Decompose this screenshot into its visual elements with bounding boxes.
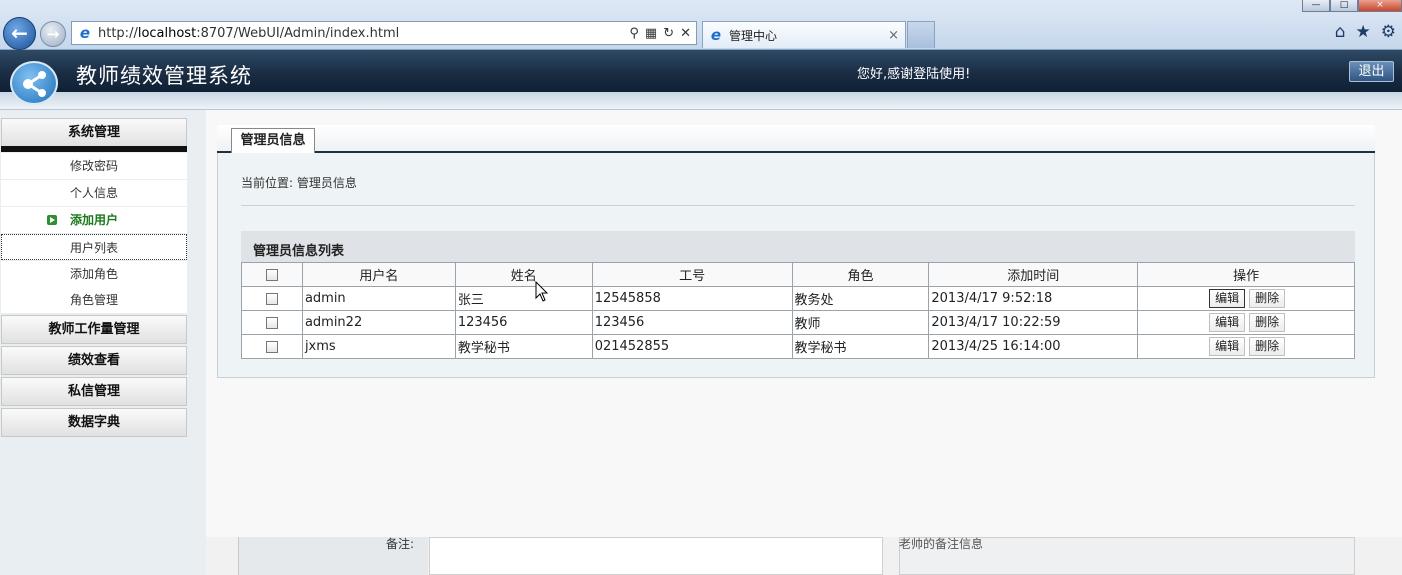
row-select-cell xyxy=(241,286,303,311)
cell-id: 123456 xyxy=(591,310,793,335)
col-actions: 操作 xyxy=(1137,262,1355,287)
url-path: :8707/WebUI/Admin/index.html xyxy=(196,25,400,41)
sidebar-item-user-list[interactable]: 用户列表 xyxy=(1,234,187,260)
browser-chrome: — □ × ← → e http://localhost:8707/WebUI/… xyxy=(0,0,1402,50)
sidebar-item-change-password[interactable]: 修改密码 xyxy=(1,153,187,179)
col-id: 工号 xyxy=(591,262,793,287)
sidebar-item-add-user-label: 添加用户 xyxy=(69,213,118,227)
cell-username: admin xyxy=(301,286,456,311)
list-title-bar xyxy=(241,231,1355,262)
delete-button[interactable]: 删除 xyxy=(1249,289,1286,308)
edit-button[interactable]: 编辑 xyxy=(1209,313,1246,332)
ie-tab-icon: e xyxy=(710,26,722,44)
sidebar-group-divider xyxy=(1,146,187,152)
header-strip xyxy=(0,92,1402,110)
system-title: 教师绩效管理系统 xyxy=(76,64,252,88)
row-checkbox[interactable] xyxy=(265,292,278,305)
table-row: jxms 教学秘书 021452855 教学秘书 2013/4/25 16:14… xyxy=(241,334,1355,359)
back-button[interactable]: ← xyxy=(3,17,36,50)
edit-button[interactable]: 编辑 xyxy=(1209,289,1246,308)
welcome-text: 您好,感谢登陆使用! xyxy=(857,67,971,82)
remark-hint: 老帅的备注信息 xyxy=(899,537,984,551)
favorites-star-icon[interactable]: ★ xyxy=(1356,22,1371,42)
cell-actions: 编辑 删除 xyxy=(1137,310,1355,335)
refresh-icon[interactable]: ↻ xyxy=(663,26,674,41)
home-icon[interactable]: ⌂ xyxy=(1335,22,1346,42)
sidebar-group-workload[interactable]: 教师工作量管理 xyxy=(1,315,187,344)
col-role: 角色 xyxy=(791,262,930,287)
row-checkbox[interactable] xyxy=(265,340,278,353)
address-url[interactable]: http://localhost:8707/WebUI/Admin/index.… xyxy=(98,26,629,41)
cell-name: 123456 xyxy=(454,310,593,335)
cell-username: jxms xyxy=(301,334,456,359)
cell-id: 12545858 xyxy=(591,286,793,311)
tab-title: 管理中心 xyxy=(729,28,778,43)
minimize-button[interactable]: — xyxy=(1302,0,1330,12)
sidebar-group-system[interactable]: 系统管理 xyxy=(1,118,187,147)
remark-label: 备注: xyxy=(386,537,415,551)
row-select-cell xyxy=(241,310,303,335)
cell-time: 2013/4/17 9:52:18 xyxy=(928,286,1139,311)
select-all-cell xyxy=(241,262,303,287)
url-host: localhost xyxy=(137,25,197,41)
cell-name: 教学秘书 xyxy=(454,334,593,359)
tab-admin-info[interactable]: 管理员信息 xyxy=(231,128,315,153)
window-controls: — □ × xyxy=(1302,0,1402,12)
forward-button[interactable]: → xyxy=(40,21,66,47)
cell-name: 张三 xyxy=(454,286,593,311)
table-header-row: 用户名 姓名 工号 角色 添加时间 操作 xyxy=(241,262,1355,287)
maximize-button[interactable]: □ xyxy=(1330,0,1358,12)
table-row: admin 张三 12545858 教务处 2013/4/17 9:52:18 … xyxy=(241,286,1355,311)
search-icon[interactable]: ⚲ xyxy=(629,26,639,41)
logout-button[interactable]: 退出 xyxy=(1349,61,1394,82)
cell-role: 教学秘书 xyxy=(791,334,930,359)
sidebar-item-role-manage[interactable]: 角色管理 xyxy=(1,287,187,313)
back-arrow-icon: ← xyxy=(11,21,28,45)
browser-tab[interactable]: e 管理中心 × xyxy=(702,21,906,48)
admin-table: 用户名 姓名 工号 角色 添加时间 操作 admin 张三 12545858 教… xyxy=(241,262,1355,359)
sidebar-group-performance[interactable]: 绩效查看 xyxy=(1,346,187,375)
gear-icon[interactable]: ⚙ xyxy=(1381,22,1396,42)
cell-time: 2013/4/25 16:14:00 xyxy=(928,334,1139,359)
url-prefix: http:// xyxy=(98,25,138,41)
row-select-cell xyxy=(241,334,303,359)
address-bar[interactable]: e http://localhost:8707/WebUI/Admin/inde… xyxy=(71,21,697,45)
list-title: 管理员信息列表 xyxy=(253,244,345,259)
col-name: 姓名 xyxy=(454,262,593,287)
stop-icon[interactable]: ✕ xyxy=(680,26,691,41)
new-tab-button[interactable] xyxy=(907,21,935,48)
sidebar-item-add-role[interactable]: 添加角色 xyxy=(1,261,187,287)
remark-input[interactable] xyxy=(429,537,883,575)
select-all-checkbox[interactable] xyxy=(265,268,278,281)
logo-icon xyxy=(10,61,58,105)
col-time: 添加时间 xyxy=(928,262,1139,287)
delete-button[interactable]: 删除 xyxy=(1249,337,1286,356)
cell-role: 教师 xyxy=(791,310,930,335)
cell-time: 2013/4/17 10:22:59 xyxy=(928,310,1139,335)
delete-button[interactable]: 删除 xyxy=(1249,313,1286,332)
col-username: 用户名 xyxy=(301,262,456,287)
sidebar-item-add-user[interactable]: 添加用户 xyxy=(1,207,187,233)
table-row: admin22 123456 123456 教师 2013/4/17 10:22… xyxy=(241,310,1355,335)
cell-actions: 编辑 删除 xyxy=(1137,334,1355,359)
edit-button[interactable]: 编辑 xyxy=(1209,337,1246,356)
close-window-button[interactable]: × xyxy=(1358,0,1402,12)
sidebar-group-dictionary[interactable]: 数据字典 xyxy=(1,408,187,437)
breadcrumb: 当前位置: 管理员信息 xyxy=(241,176,357,190)
divider xyxy=(241,205,1355,206)
cell-username: admin22 xyxy=(301,310,456,335)
cell-actions: 编辑 删除 xyxy=(1137,286,1355,311)
active-bullet-icon xyxy=(47,215,57,225)
mouse-cursor-icon xyxy=(535,281,549,302)
cell-id: 021452855 xyxy=(591,334,793,359)
row-checkbox[interactable] xyxy=(265,316,278,329)
panel-header xyxy=(217,125,1375,153)
forward-arrow-icon: → xyxy=(46,25,60,43)
sidebar-item-profile[interactable]: 个人信息 xyxy=(1,180,187,206)
tab-close-icon[interactable]: × xyxy=(888,28,899,43)
ie-page-icon: e xyxy=(79,24,91,42)
cell-role: 教务处 xyxy=(791,286,930,311)
compat-view-icon[interactable]: ▦ xyxy=(645,26,657,41)
sidebar-group-messages[interactable]: 私信管理 xyxy=(1,377,187,406)
